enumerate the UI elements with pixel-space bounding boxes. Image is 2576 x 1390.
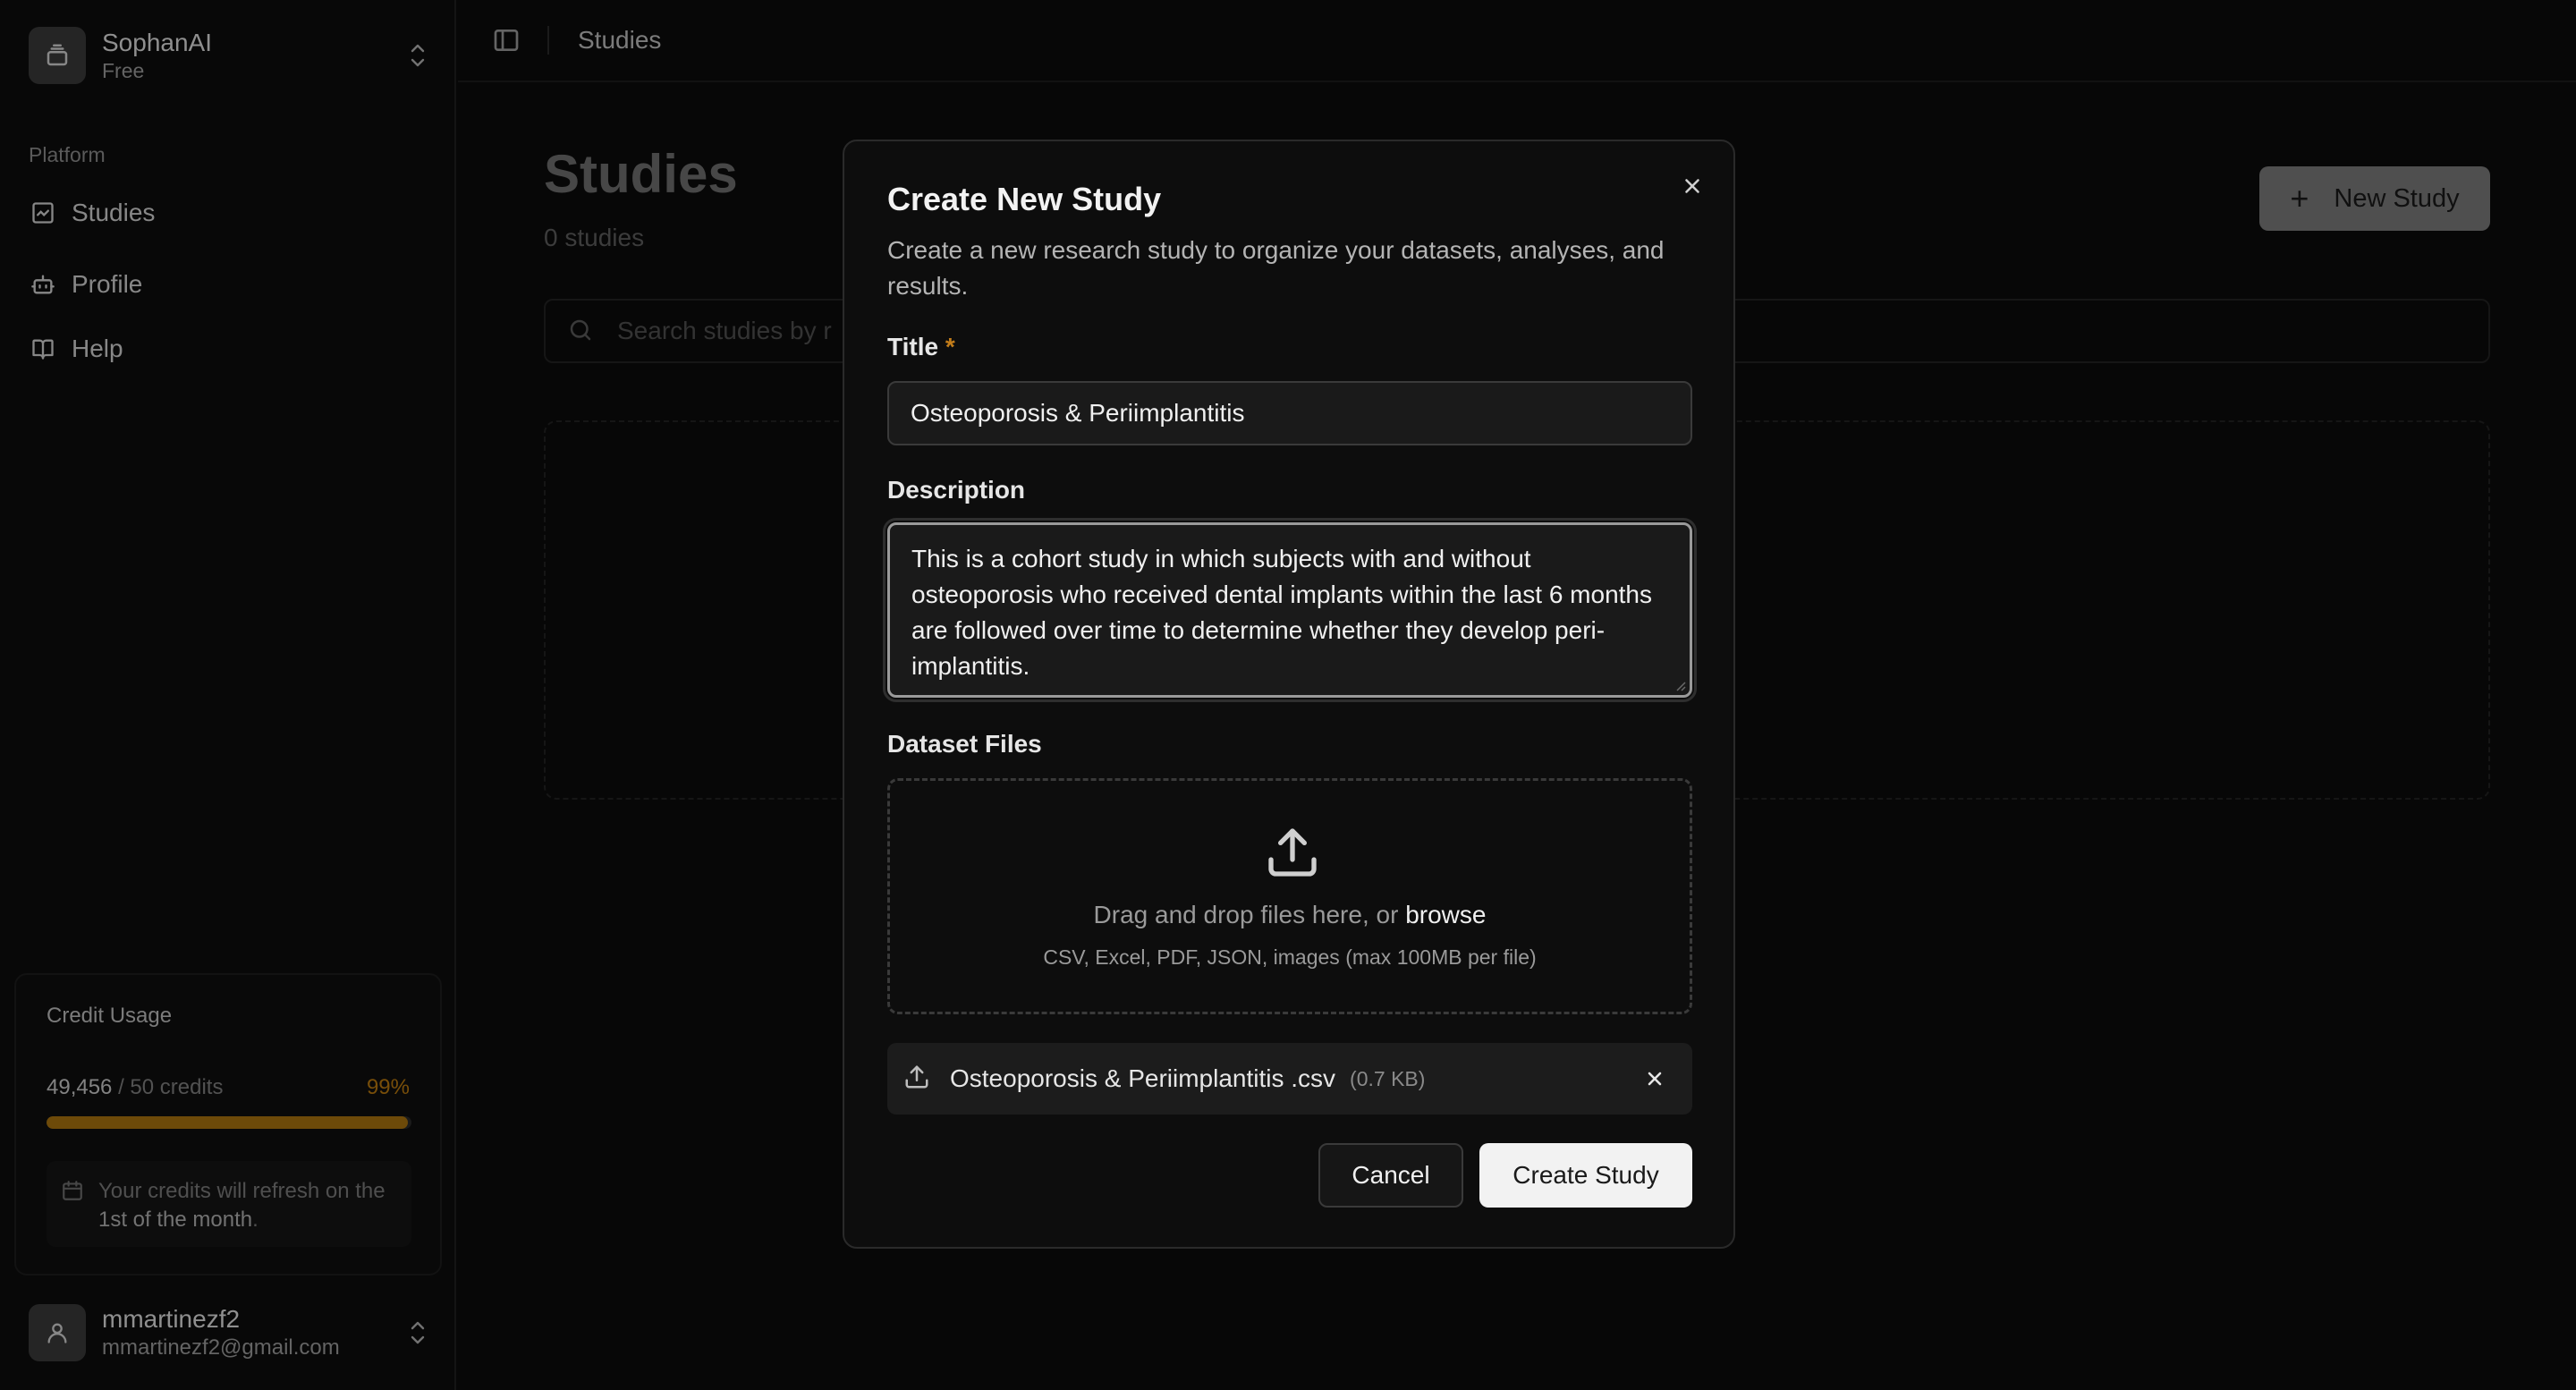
- file-name: Osteoporosis & Periimplantitis .csv: [950, 1064, 1336, 1092]
- upload-icon: [1268, 828, 1317, 877]
- file-dropzone[interactable]: Drag and drop files here, or browse CSV,…: [887, 778, 1692, 1014]
- browse-link[interactable]: browse: [1405, 901, 1486, 928]
- title-label: Title *: [887, 333, 955, 361]
- dataset-files-label: Dataset Files: [887, 730, 1042, 758]
- create-study-button[interactable]: Create Study: [1479, 1143, 1692, 1208]
- dropzone-hint: CSV, Excel, PDF, JSON, images (max 100MB…: [1043, 945, 1537, 969]
- resize-handle-icon[interactable]: [1674, 679, 1686, 691]
- dialog-title: Create New Study: [887, 181, 1162, 217]
- title-label-text: Title: [887, 333, 939, 360]
- close-icon[interactable]: [1676, 170, 1708, 202]
- description-label: Description: [887, 476, 1026, 504]
- dropzone-instruction: Drag and drop files here, or: [1093, 901, 1406, 928]
- description-textarea[interactable]: This is a cohort study in which subjects…: [883, 518, 1697, 702]
- dialog-description: Create a new research study to organize …: [887, 236, 1665, 300]
- remove-file-icon[interactable]: [1639, 1063, 1671, 1095]
- upload-icon: [903, 1064, 934, 1094]
- dropzone-text: Drag and drop files here, or browse: [890, 901, 1690, 929]
- cancel-button[interactable]: Cancel: [1318, 1143, 1463, 1208]
- file-size: (0.7 KB): [1350, 1066, 1426, 1090]
- title-input[interactable]: Osteoporosis & Periimplantitis: [887, 381, 1692, 445]
- description-text: This is a cohort study in which subjects…: [911, 545, 1652, 680]
- uploaded-file-item: Osteoporosis & Periimplantitis .csv (0.7…: [887, 1043, 1692, 1115]
- required-mark: *: [945, 333, 955, 360]
- create-study-dialog: Create New Study Create a new research s…: [843, 140, 1735, 1249]
